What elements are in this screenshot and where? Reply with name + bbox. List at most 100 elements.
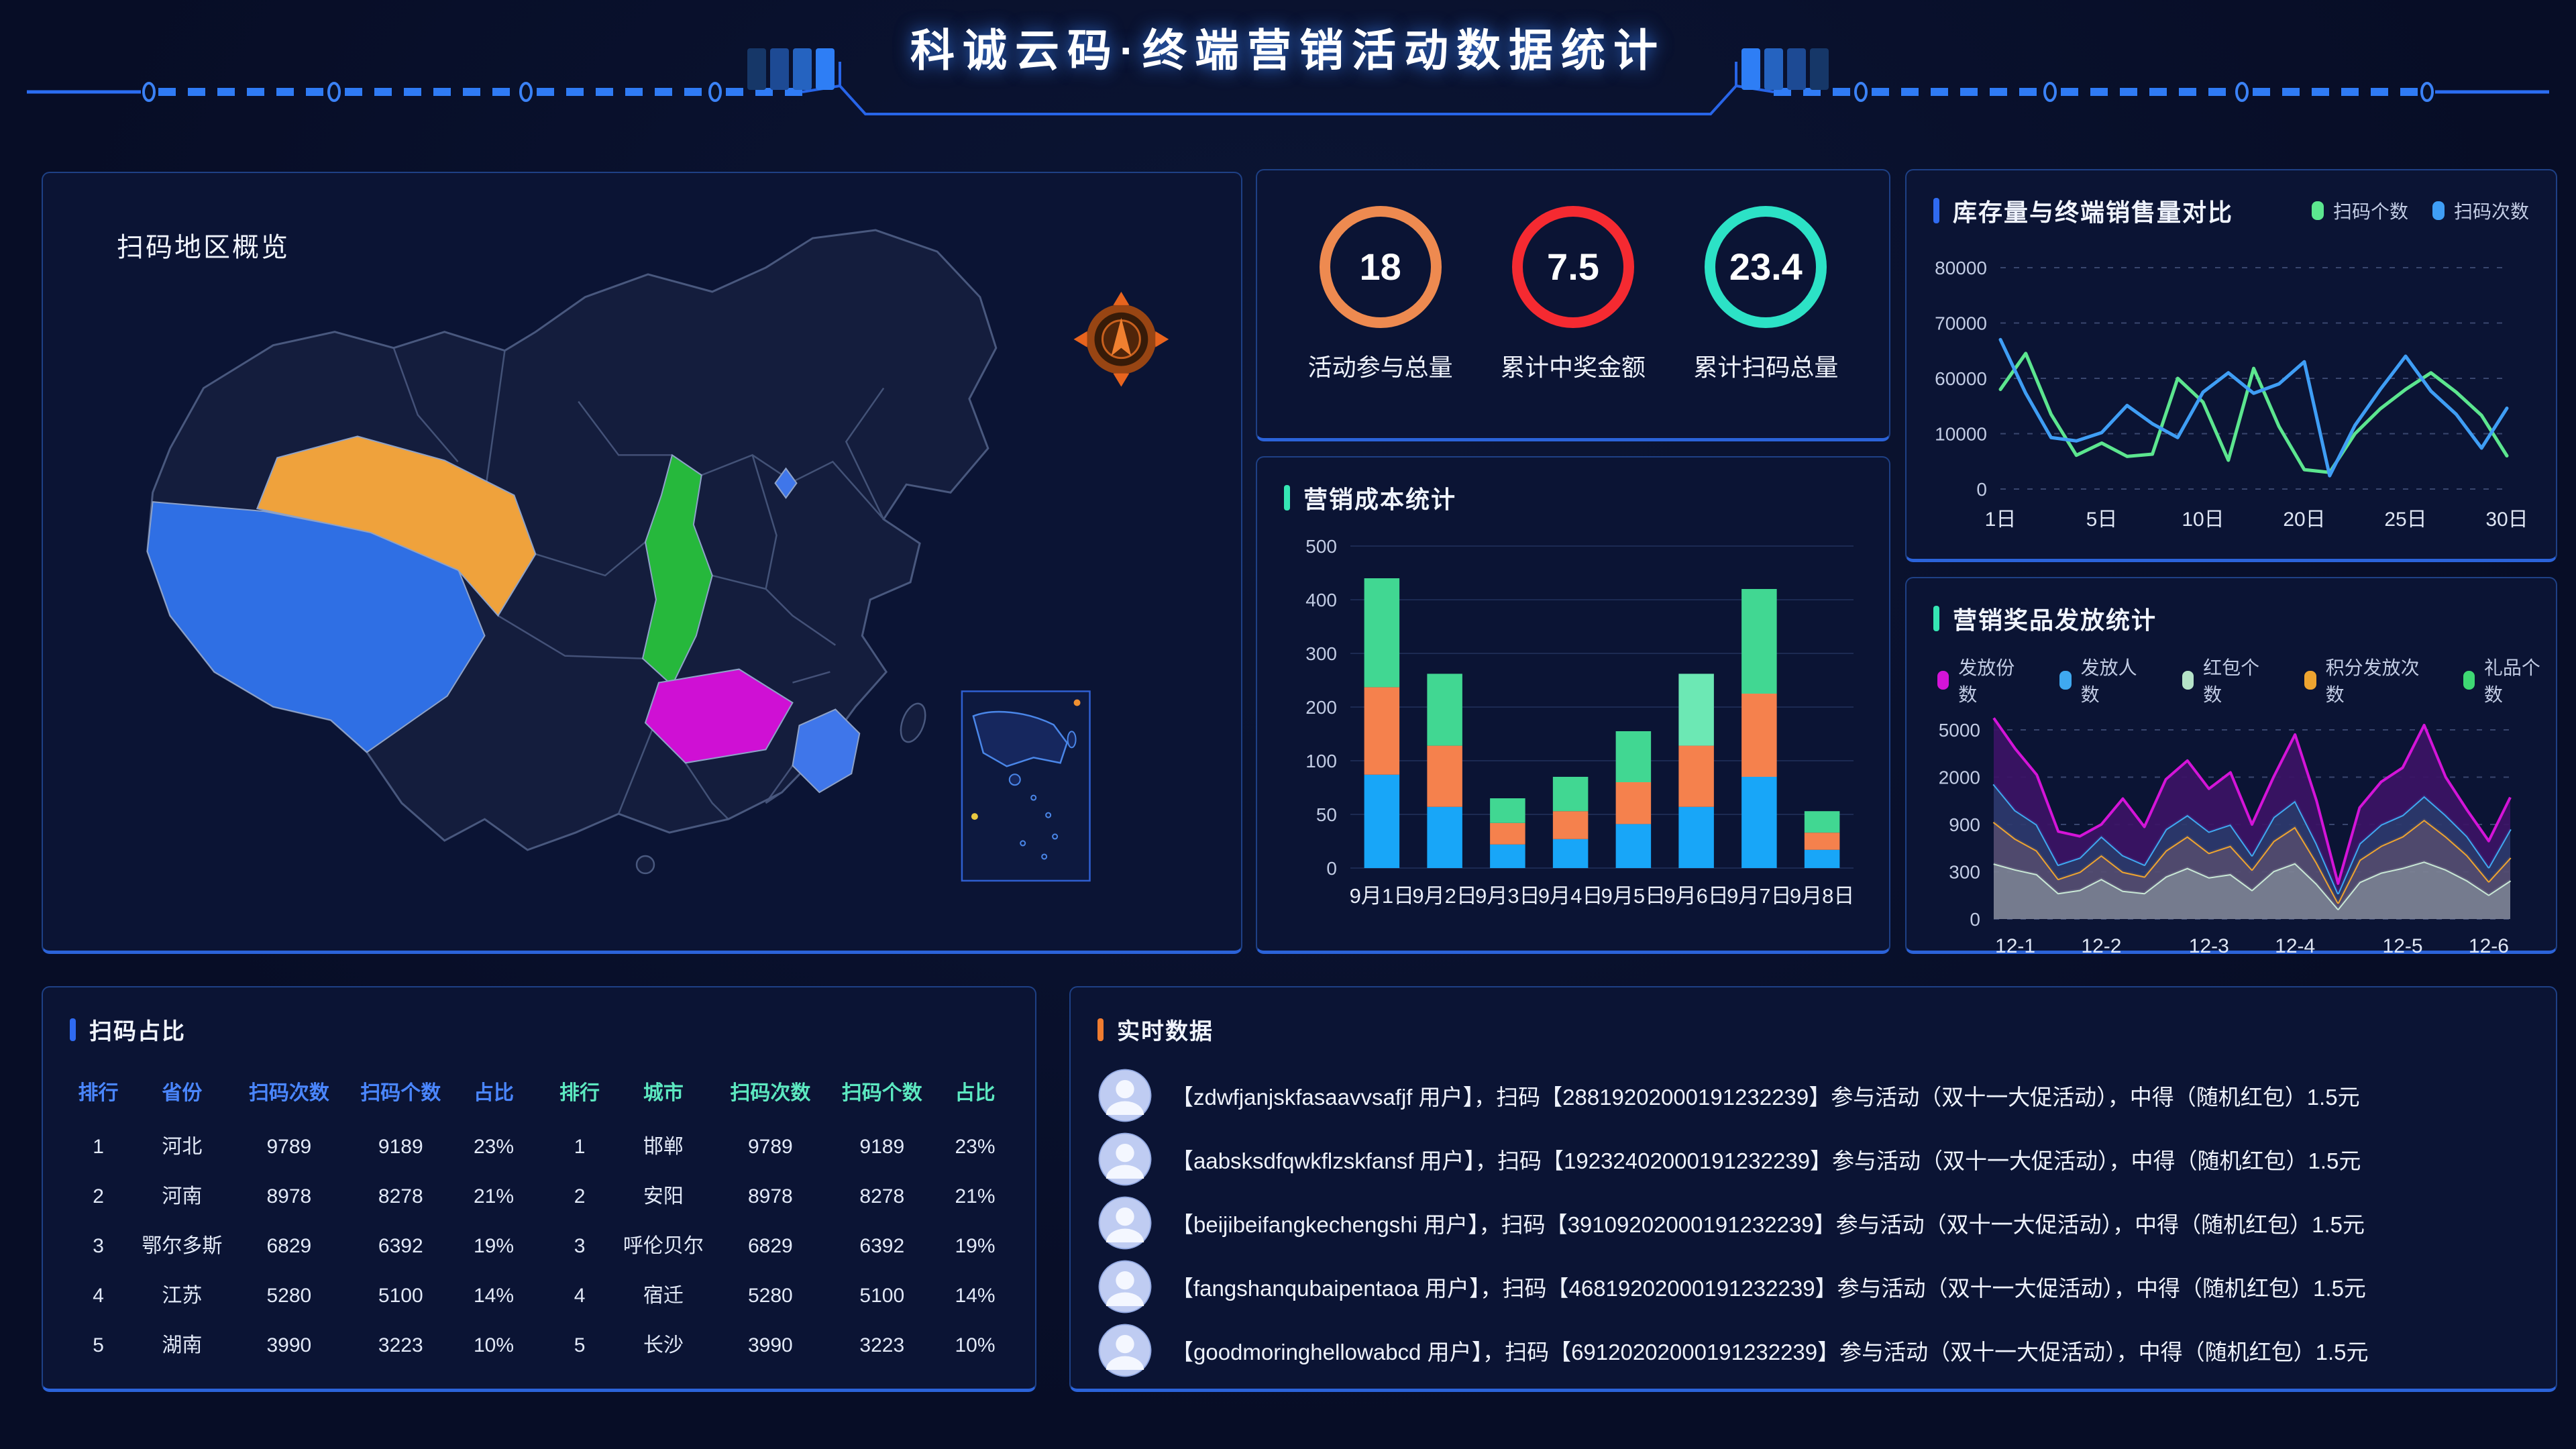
legend-swatch bbox=[2463, 671, 2475, 690]
kpi-label: 累计扫码总量 bbox=[1693, 348, 1838, 383]
table-cell: 14% bbox=[938, 1271, 1012, 1321]
table-cell: 21% bbox=[938, 1172, 1012, 1222]
svg-text:300: 300 bbox=[1949, 862, 1980, 883]
kpi-value: 18 bbox=[1360, 245, 1401, 288]
table-cell: 9789 bbox=[233, 1122, 345, 1172]
panel-title: 扫码占比 bbox=[89, 1013, 186, 1046]
prize-distribution-area-chart[interactable]: 03009002000500012-112-212-312-412-512-6 bbox=[1920, 707, 2537, 962]
map-inset-south-china-sea bbox=[962, 692, 1090, 881]
kpi-activity-total: 18 活动参与总量 bbox=[1308, 206, 1453, 383]
legend-item[interactable]: 扫码个数 bbox=[2312, 197, 2408, 224]
legend-item[interactable]: 礼品个数 bbox=[2463, 653, 2556, 707]
svg-text:900: 900 bbox=[1949, 814, 1980, 835]
china-map[interactable] bbox=[43, 173, 1241, 924]
legend-label: 礼品个数 bbox=[2484, 653, 2556, 707]
svg-text:30日: 30日 bbox=[2485, 508, 2528, 531]
table-cell: 5 bbox=[66, 1321, 131, 1371]
table-cell: 8978 bbox=[714, 1172, 826, 1222]
table-cell: 3223 bbox=[345, 1321, 456, 1371]
legend-swatch bbox=[2182, 671, 2194, 690]
svg-text:9月1日: 9月1日 bbox=[1350, 884, 1414, 908]
svg-text:9月5日: 9月5日 bbox=[1601, 884, 1666, 908]
table-header-cell: 扫码次数 bbox=[714, 1065, 826, 1122]
province-rank-table[interactable]: 排行省份扫码次数扫码个数占比1河北9789918923%2河南897882782… bbox=[66, 1065, 531, 1371]
svg-text:9月2日: 9月2日 bbox=[1412, 884, 1477, 908]
svg-text:9月6日: 9月6日 bbox=[1664, 884, 1728, 908]
legend-item[interactable]: 发放人数 bbox=[2059, 653, 2152, 707]
user-avatar-icon bbox=[1097, 1323, 1152, 1378]
svg-text:9月3日: 9月3日 bbox=[1475, 884, 1540, 908]
realtime-item-text: 【aabsksdfqwkflzskfansf 用户】，扫码【1923240200… bbox=[1171, 1143, 2361, 1175]
table-cell: 5 bbox=[547, 1321, 612, 1371]
table-cell: 5280 bbox=[714, 1271, 826, 1321]
table-cell: 14% bbox=[457, 1271, 531, 1321]
legend-swatch bbox=[2304, 671, 2316, 690]
table-cell: 23% bbox=[938, 1122, 1012, 1172]
table-cell: 3990 bbox=[714, 1321, 826, 1371]
kpi-value: 23.4 bbox=[1729, 245, 1803, 288]
svg-text:100: 100 bbox=[1305, 751, 1337, 771]
svg-text:10000: 10000 bbox=[1935, 424, 1987, 445]
panel-title: 营销成本统计 bbox=[1303, 480, 1456, 515]
table-cell: 2 bbox=[547, 1172, 612, 1222]
legend-item[interactable]: 扫码次数 bbox=[2432, 197, 2529, 224]
realtime-item-text: 【zdwfjanjskfasaavvsafjf 用户】，扫码【288192020… bbox=[1171, 1079, 2360, 1112]
table-cell: 4 bbox=[547, 1271, 612, 1321]
kpi-panel: 18 活动参与总量 7.5 累计中奖金额 23.4 累计扫码总量 bbox=[1256, 169, 1890, 441]
table-cell: 6829 bbox=[233, 1222, 345, 1271]
svg-text:60000: 60000 bbox=[1935, 368, 1987, 389]
kpi-ring: 7.5 bbox=[1512, 206, 1634, 328]
kpi-label: 累计中奖金额 bbox=[1501, 348, 1646, 383]
svg-text:400: 400 bbox=[1305, 590, 1337, 610]
header: 科诚云码·终端营销活动数据统计 bbox=[0, 0, 2576, 161]
svg-text:9月8日: 9月8日 bbox=[1790, 884, 1854, 908]
svg-text:0: 0 bbox=[1976, 479, 1987, 500]
svg-text:5000: 5000 bbox=[1939, 720, 1980, 741]
table-cell: 9189 bbox=[345, 1122, 456, 1172]
legend-swatch bbox=[1937, 671, 1949, 690]
legend-swatch bbox=[2432, 201, 2445, 220]
table-cell: 邯郸 bbox=[612, 1122, 715, 1172]
page-title: 科诚云码·终端营销活动数据统计 bbox=[0, 15, 2576, 79]
table-header-cell: 扫码个数 bbox=[345, 1065, 456, 1122]
kpi-ring: 23.4 bbox=[1705, 206, 1827, 328]
realtime-item-text: 【fangshanqubaipentaoa 用户】，扫码【46819202000… bbox=[1171, 1271, 2366, 1303]
table-cell: 8278 bbox=[826, 1172, 938, 1222]
legend-item[interactable]: 红包个数 bbox=[2182, 653, 2275, 707]
panel-accent-bar bbox=[1097, 1018, 1104, 1041]
table-header-cell: 排行 bbox=[547, 1065, 612, 1122]
realtime-item-text: 【beijibeifangkechengshi 用户】，扫码【391092020… bbox=[1171, 1207, 2365, 1239]
city-rank-table[interactable]: 排行城市扫码次数扫码个数占比1邯郸9789918923%2安阳897882782… bbox=[547, 1065, 1013, 1371]
svg-text:80000: 80000 bbox=[1935, 258, 1987, 278]
kpi-ring: 18 bbox=[1320, 206, 1442, 328]
table-cell: 10% bbox=[457, 1321, 531, 1371]
table-cell: 3990 bbox=[233, 1321, 345, 1371]
legend-item[interactable]: 发放份数 bbox=[1937, 653, 2030, 707]
table-header-cell: 扫码个数 bbox=[826, 1065, 938, 1122]
svg-text:200: 200 bbox=[1305, 697, 1337, 718]
inventory-sales-line-chart[interactable]: 0100006000070000800001日5日10日20日25日30日 bbox=[1920, 231, 2537, 539]
map-panel: 扫码地区概览 bbox=[42, 172, 1242, 954]
svg-text:12-4: 12-4 bbox=[2275, 935, 2315, 957]
table-cell: 鄂尔多斯 bbox=[131, 1222, 233, 1271]
compass-icon[interactable] bbox=[1074, 292, 1169, 387]
realtime-item-text: 【goodmoringhellowabcd 用户】，扫码【69120202000… bbox=[1171, 1334, 2369, 1366]
svg-text:9月7日: 9月7日 bbox=[1727, 884, 1791, 908]
table-header-cell: 占比 bbox=[457, 1065, 531, 1122]
panel-title: 实时数据 bbox=[1117, 1013, 1214, 1046]
svg-text:12-2: 12-2 bbox=[2081, 935, 2121, 957]
table-header-cell: 排行 bbox=[66, 1065, 131, 1122]
legend-swatch bbox=[2312, 201, 2324, 220]
table-cell: 4 bbox=[66, 1271, 131, 1321]
realtime-panel: 实时数据 【zdwfjanjskfasaavvsafjf 用户】，扫码【2881… bbox=[1069, 986, 2557, 1392]
area-chart-legend[interactable]: 发放份数发放人数红包个数积分发放次数礼品个数 bbox=[1907, 636, 2556, 707]
table-cell: 8978 bbox=[233, 1172, 345, 1222]
realtime-item: 【goodmoringhellowabcd 用户】，扫码【69120202000… bbox=[1097, 1318, 2529, 1382]
table-cell: 5100 bbox=[345, 1271, 456, 1321]
table-header-cell: 省份 bbox=[131, 1065, 233, 1122]
line-chart-legend[interactable]: 扫码个数扫码次数 bbox=[2312, 197, 2529, 224]
marketing-cost-bar-chart[interactable]: 0501002003004005009月1日9月2日9月3日9月4日9月5日9月… bbox=[1273, 519, 1870, 922]
realtime-item: 【zdwfjanjskfasaavvsafjf 用户】，扫码【288192020… bbox=[1097, 1063, 2529, 1127]
legend-item[interactable]: 积分发放次数 bbox=[2304, 653, 2433, 707]
map-taiwan bbox=[896, 700, 930, 745]
